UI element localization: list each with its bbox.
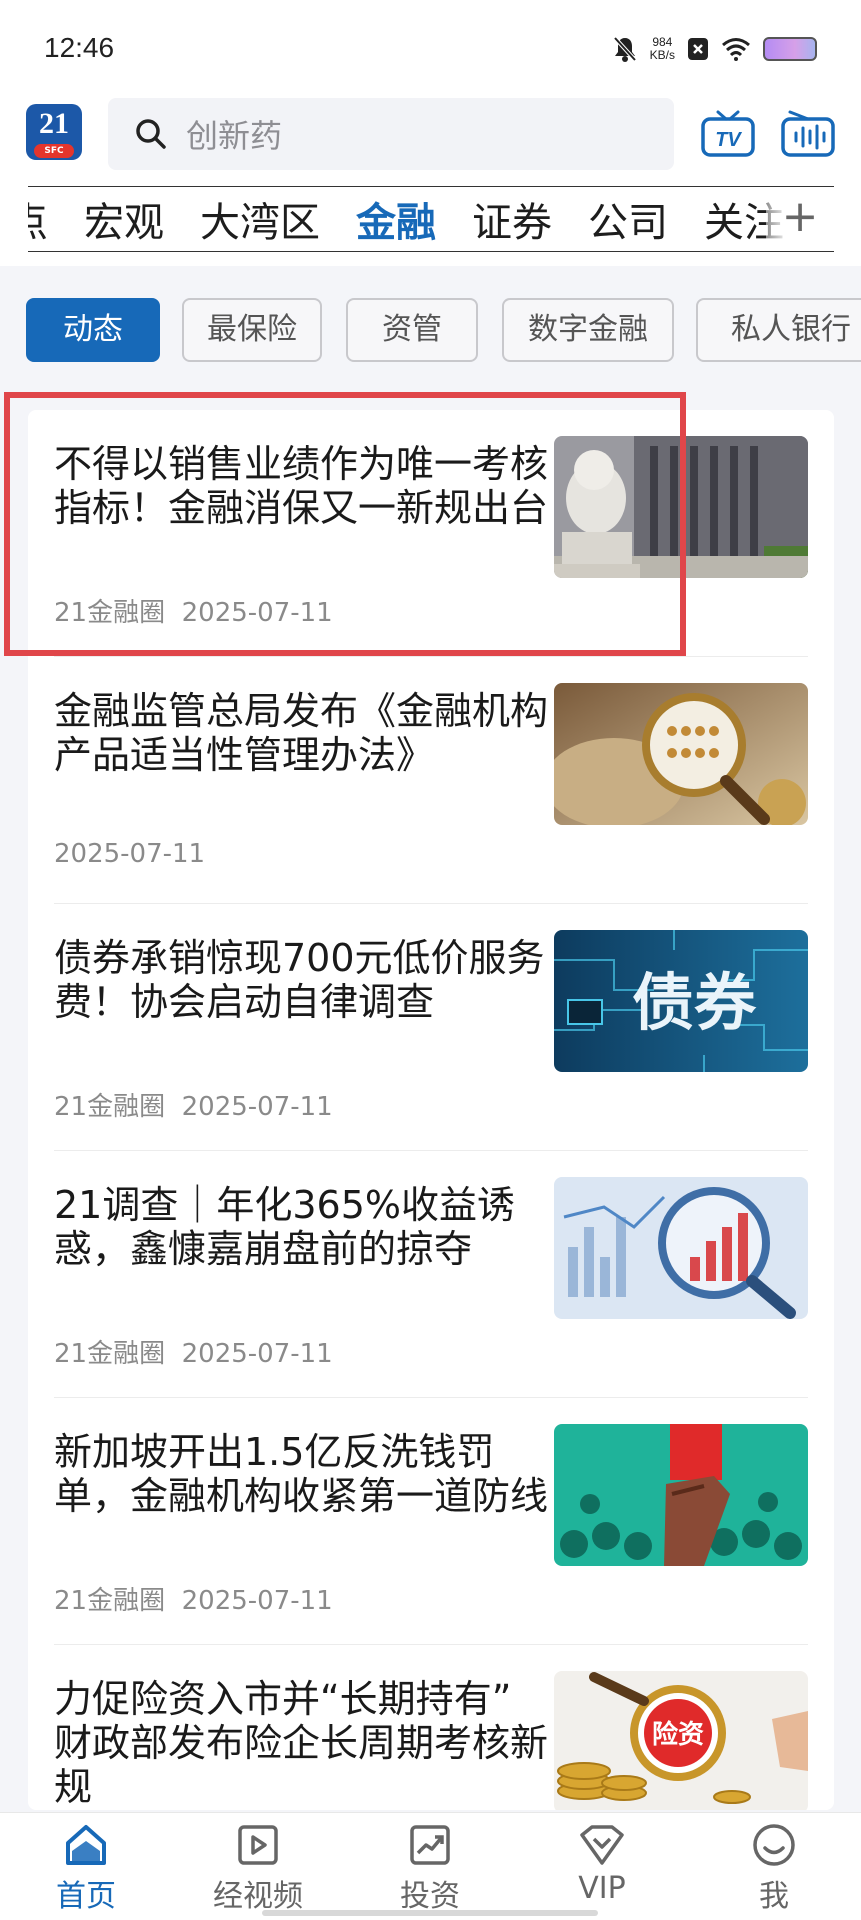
- news-item[interactable]: 金融监管总局发布《金融机构产品适当性管理办法》 2025-07-11: [28, 657, 834, 904]
- radio-icon[interactable]: [780, 108, 836, 158]
- nav-home[interactable]: 首页: [16, 1821, 156, 1917]
- subtab-insurance[interactable]: 最保险: [182, 298, 322, 362]
- channel-tab-macro[interactable]: 宏观: [84, 190, 164, 248]
- svg-text:TV: TV: [715, 129, 742, 151]
- search-icon: [136, 119, 166, 149]
- magnifier-abacus-image[interactable]: [554, 683, 808, 825]
- channel-tab-finance[interactable]: 金融: [356, 190, 436, 248]
- bond-circuit-image[interactable]: 债券: [554, 930, 808, 1072]
- news-source: 21金融圈: [54, 598, 166, 628]
- subtab-dynamic[interactable]: 动态: [26, 298, 160, 362]
- sim-off-icon: [688, 38, 708, 60]
- vip-icon: [580, 1825, 624, 1865]
- news-title[interactable]: 21调查｜年化365%收益诱惑，鑫慷嘉崩盘前的掠夺: [54, 1183, 558, 1271]
- news-source: 21金融圈: [54, 1092, 166, 1122]
- news-meta: 21金融圈 2025-07-11: [54, 1333, 333, 1370]
- nav-vip[interactable]: VIP: [532, 1821, 672, 1917]
- home-indicator: [262, 1910, 598, 1916]
- channel-tab-company[interactable]: 公司: [588, 190, 668, 248]
- news-date: 2025-07-11: [181, 1339, 333, 1369]
- status-icons: 984 KB/s: [612, 32, 817, 66]
- news-meta: 21金融圈 2025-07-11: [54, 592, 333, 629]
- nav-profile[interactable]: 我: [704, 1821, 844, 1917]
- news-item[interactable]: 新加坡开出1.5亿反洗钱罚单，金融机构收紧第一道防线 21金融圈 2025-07…: [28, 1398, 834, 1645]
- news-meta: 21金融圈 2025-07-11: [54, 1086, 333, 1123]
- bottom-nav: 首页 经视频 投资 VIP 我: [0, 1812, 861, 1920]
- svg-text:险资: 险资: [652, 1719, 704, 1750]
- battery-icon: [763, 37, 817, 61]
- news-meta: 21金融圈 2025-07-11: [54, 1580, 333, 1617]
- news-item[interactable]: 债券承销惊现700元低价服务费！协会启动自律调查 21金融圈 2025-07-1…: [28, 904, 834, 1151]
- wifi-icon: [722, 38, 750, 61]
- subtab-asset-management[interactable]: 资管: [346, 298, 478, 362]
- app-logo[interactable]: 21 SFC: [26, 104, 82, 160]
- home-icon: [66, 1825, 106, 1865]
- news-title[interactable]: 债券承销惊现700元低价服务费！协会启动自律调查: [54, 936, 558, 1024]
- news-meta: 2025-07-11: [54, 839, 205, 869]
- red-card-crowd-image[interactable]: [554, 1424, 808, 1566]
- status-time: 12:46: [44, 32, 115, 63]
- header: 21 SFC 创新药 TV: [0, 90, 861, 186]
- news-source: 21金融圈: [54, 1339, 166, 1369]
- subtab-digital-finance[interactable]: 数字金融: [502, 298, 674, 362]
- news-title[interactable]: 力促险资入市并“长期持有” 财政部发布险企长周期考核新规: [54, 1677, 558, 1809]
- net-speed: 984 KB/s: [649, 35, 675, 62]
- profile-icon: [753, 1824, 795, 1866]
- mute-icon: [613, 36, 637, 62]
- nav-video[interactable]: 经视频: [188, 1821, 328, 1917]
- stone-lion-building-image[interactable]: [554, 436, 808, 578]
- channel-tab-securities[interactable]: 证券: [472, 190, 552, 248]
- news-list: 不得以销售业绩作为唯一考核指标！金融消保又一新规出台 21金融圈 2025-07…: [28, 410, 834, 1810]
- news-source: 21金融圈: [54, 1586, 166, 1616]
- add-channel-button[interactable]: +: [766, 187, 834, 251]
- subtab-private-banking[interactable]: 私人银行: [696, 298, 861, 362]
- status-bar: 12:46 984 KB/s: [0, 0, 861, 90]
- channel-tab-partial[interactable]: 点: [28, 190, 48, 248]
- search-placeholder: 创新药: [186, 117, 283, 155]
- tv-icon[interactable]: TV: [700, 108, 756, 158]
- svg-text:债券: 债券: [632, 966, 757, 1039]
- news-title[interactable]: 金融监管总局发布《金融机构产品适当性管理办法》: [54, 689, 558, 777]
- nav-invest[interactable]: 投资: [360, 1821, 500, 1917]
- video-icon: [238, 1825, 278, 1865]
- magnifier-chart-image[interactable]: [554, 1177, 808, 1319]
- news-title[interactable]: 新加坡开出1.5亿反洗钱罚单，金融机构收紧第一道防线: [54, 1430, 558, 1518]
- news-date: 2025-07-11: [54, 839, 206, 869]
- news-date: 2025-07-11: [181, 1586, 333, 1616]
- search-input[interactable]: 创新药: [108, 98, 674, 170]
- news-item[interactable]: 力促险资入市并“长期持有” 财政部发布险企长周期考核新规 险资: [28, 1645, 834, 1810]
- news-date: 2025-07-11: [181, 598, 333, 628]
- news-date: 2025-07-11: [181, 1092, 333, 1122]
- news-title[interactable]: 不得以销售业绩作为唯一考核指标！金融消保又一新规出台: [54, 442, 558, 530]
- news-item[interactable]: 21调查｜年化365%收益诱惑，鑫慷嘉崩盘前的掠夺 21金融圈 2025-07-…: [28, 1151, 834, 1398]
- subtab-row: 动态 最保险 资管 数字金融 私人银行: [0, 266, 861, 366]
- invest-chart-icon: [410, 1825, 450, 1865]
- news-item[interactable]: 不得以销售业绩作为唯一考核指标！金融消保又一新规出台 21金融圈 2025-07…: [28, 410, 834, 657]
- channel-tabs: 点宏观大湾区金融证券公司关注 +: [28, 186, 834, 252]
- channel-tab-greater-bay[interactable]: 大湾区: [200, 190, 320, 248]
- insurance-funds-coins-image[interactable]: 险资: [554, 1671, 808, 1810]
